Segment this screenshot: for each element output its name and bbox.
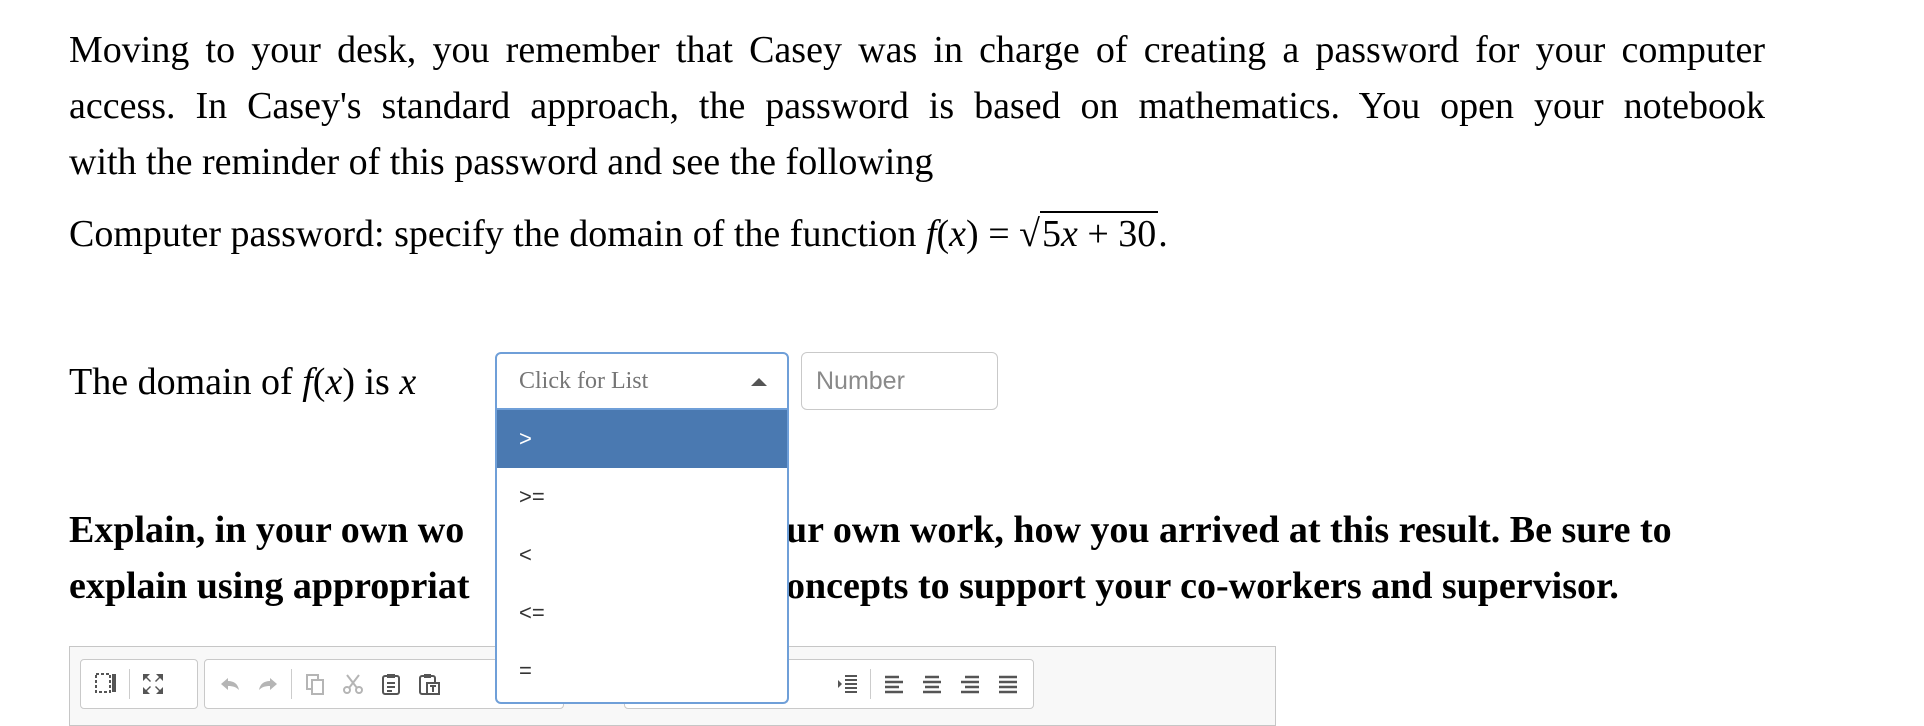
select-placeholder: Click for List <box>519 368 649 394</box>
inequality-dropdown-list: > >= < <= = <box>495 410 789 704</box>
caret-up-icon <box>751 378 767 386</box>
paste-text-icon[interactable] <box>412 667 446 701</box>
paste-icon[interactable] <box>374 667 408 701</box>
redo-icon[interactable] <box>251 667 285 701</box>
square-root-expression: √5x + 30 <box>1019 211 1159 255</box>
radicand-constant: 30 <box>1118 213 1157 255</box>
option-equal[interactable]: = <box>497 642 787 700</box>
intro-line-2: access. In Casey's standard approach, th… <box>69 85 1765 127</box>
copy-icon[interactable] <box>298 667 332 701</box>
option-less-than[interactable]: < <box>497 526 787 584</box>
number-field[interactable] <box>801 352 998 410</box>
explain-line-2-left: explain using appropriat <box>69 565 470 607</box>
show-blocks-icon[interactable] <box>89 667 123 701</box>
option-greater-than[interactable]: > <box>497 410 787 468</box>
explain-paragraph: Explain, in your own wo ur own work, how… <box>69 502 1789 614</box>
justify-icon[interactable] <box>991 667 1025 701</box>
number-input[interactable] <box>814 366 988 397</box>
indent-icon[interactable] <box>830 667 864 701</box>
password-prompt-text: Computer password: specify the domain of… <box>69 213 917 255</box>
radicand-coefficient: 5 <box>1041 213 1061 255</box>
explain-line-1-left: Explain, in your own wo <box>69 509 465 551</box>
align-left-icon[interactable] <box>877 667 911 701</box>
function-name: f <box>925 213 937 255</box>
explain-line-2-right: oncepts to support your co-workers and s… <box>786 565 1619 607</box>
explain-line-1-right: ur own work, how you arrived at this res… <box>786 509 1672 551</box>
undo-icon[interactable] <box>213 667 247 701</box>
intro-paragraph: Moving to your desk, you remember that C… <box>69 22 1765 190</box>
cut-icon[interactable] <box>336 667 370 701</box>
toolbar-group-view <box>80 659 198 709</box>
inequality-select[interactable]: Click for List <box>495 352 789 410</box>
intro-line-1: Moving to your desk, you remember that C… <box>69 29 1765 71</box>
intro-line-3: with the reminder of this password and s… <box>69 141 934 183</box>
maximize-icon[interactable] <box>136 667 170 701</box>
option-greater-equal[interactable]: >= <box>497 468 787 526</box>
function-variable: x <box>949 213 967 255</box>
align-center-icon[interactable] <box>915 667 949 701</box>
password-prompt: Computer password: specify the domain of… <box>69 206 1769 262</box>
align-right-icon[interactable] <box>953 667 987 701</box>
option-less-equal[interactable]: <= <box>497 584 787 642</box>
